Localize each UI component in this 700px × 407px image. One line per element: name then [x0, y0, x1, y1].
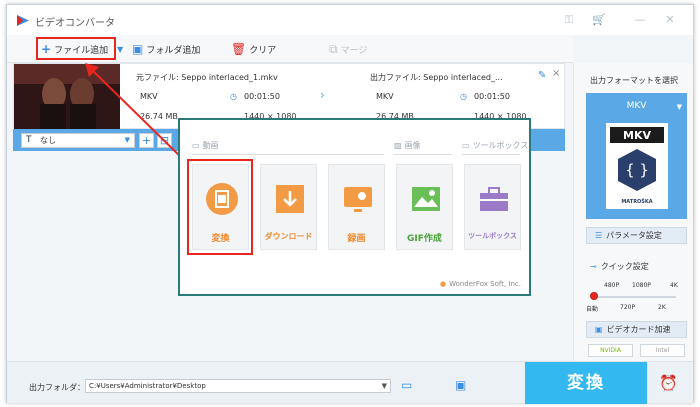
toolbox-section-title: ▭ ツールボックス [462, 140, 528, 151]
subtitle-select-value: なし [40, 136, 56, 145]
image-section-label: 画像 [404, 141, 421, 150]
convert-card-highlight [187, 159, 253, 255]
nvidia-chip[interactable]: NVIDIA [588, 344, 633, 357]
record-card[interactable]: 録画 [328, 164, 385, 250]
add-folder-button[interactable]: ▣ フォルダ追加 [132, 41, 200, 57]
gif-card[interactable]: GIF作成 [396, 164, 453, 250]
window-title: ビデオコンバータ [35, 18, 115, 29]
folder-icon: ▣ [132, 42, 144, 56]
arrow-right-icon: › [320, 88, 325, 102]
output-format-panel: 出力フォーマットを選択 MKV ▼ MKV { } MATROŠKA ☰ パラメ… [573, 63, 693, 361]
close-icon[interactable]: ✕ [663, 13, 677, 27]
output-clock-icon: ◷ [460, 92, 467, 101]
output-format-title: 出力フォーマットを選択 [590, 76, 678, 85]
toolbox-section-icon: ▭ [462, 141, 470, 150]
alarm-clock-icon[interactable]: ⏰ [659, 374, 678, 392]
gpu-acceleration-button[interactable]: ▣ ビデオカード加速 [586, 321, 687, 338]
minimize-icon[interactable]: — [633, 13, 647, 27]
quick-settings-title: ⊸ クイック設定 [590, 261, 649, 272]
brand-footer: ● WonderFox Soft, Inc. [440, 280, 521, 288]
open-folder-icon[interactable]: ▭ [401, 378, 412, 392]
source-duration: 00:01:50 [244, 92, 280, 101]
app-window: ビデオコンバータ ⚿ 🛒 — ✕ + ファイル追加 ▼ ▣ フォルダ追加 🗑 ク… [6, 4, 694, 404]
output-folder-field[interactable]: C:¥Users¥Administrator¥Desktop ▼ [85, 379, 391, 393]
add-folder-label: フォルダ追加 [146, 45, 201, 56]
image-icon [412, 187, 440, 211]
svg-text:MATROŠKA: MATROŠKA [621, 198, 652, 205]
edit-icon[interactable]: ✎ [538, 70, 546, 81]
image-section-line [394, 154, 452, 155]
svg-text:{ }: { } [625, 161, 649, 179]
quality-slider-track[interactable] [592, 296, 676, 298]
record-card-label: 録画 [347, 234, 366, 244]
clock-icon: ◷ [230, 92, 237, 101]
tick-720p: 720P [620, 304, 636, 311]
video-section-label: 動画 [202, 141, 219, 150]
tick-1080p: 1080P [632, 282, 651, 289]
intel-chip[interactable]: Intel [640, 344, 685, 357]
output-file-name: 出力ファイル: Seppo interlaced_... [370, 73, 503, 82]
gpu-acceleration-label: ビデオカード加速 [606, 325, 671, 334]
download-icon [276, 185, 304, 213]
title-bar: ビデオコンバータ ⚿ 🛒 — ✕ [7, 5, 693, 35]
app-logo-icon [17, 15, 29, 26]
path-dropdown-icon[interactable]: ▼ [382, 380, 387, 392]
format-dropdown-icon: ▼ [676, 103, 682, 111]
tick-2k: 2K [658, 304, 666, 311]
output-folder-path: C:¥Users¥Administrator¥Desktop [89, 382, 206, 390]
settings-sliders-icon: ☰ [595, 231, 603, 240]
output-format: MKV [376, 92, 394, 101]
video-section-line [192, 154, 384, 155]
add-file-dropdown-icon[interactable]: ▼ [117, 41, 123, 57]
clear-label: クリア [249, 45, 277, 56]
text-icon: T [26, 135, 32, 145]
merge-label: マージ [340, 45, 368, 56]
screen-record-icon [344, 187, 372, 212]
toolbox-section-label: ツールボックス [472, 141, 529, 150]
tick-auto: 自動 [586, 306, 599, 313]
gpu-icon: ▣ [595, 325, 603, 334]
quality-slider-knob[interactable] [590, 292, 598, 300]
format-name: MKV [626, 101, 647, 111]
mkv-format-icon: MKV { } MATROŠKA [606, 123, 668, 209]
toolbox-card[interactable]: ツールボックス [464, 164, 521, 250]
download-card-label: ダウンロード [264, 232, 313, 241]
parameter-settings-label: パラメータ設定 [606, 231, 662, 240]
cart-icon[interactable]: 🛒 [592, 13, 606, 27]
quick-settings-label: クイック設定 [600, 262, 649, 271]
convert-button[interactable]: 変換 [525, 362, 647, 404]
video-section-title: ▭ 動画 [192, 140, 219, 151]
image-section-icon: ▨ [394, 141, 402, 150]
output-folder-label: 出力フォルダ： [29, 383, 85, 392]
tick-4k: 4K [670, 282, 678, 289]
gif-card-label: GIF作成 [407, 234, 442, 244]
toolbox-card-label: ツールボックス [468, 232, 517, 240]
brand-text: WonderFox Soft, Inc. [449, 280, 521, 288]
merge-button[interactable]: ⧉ マージ [329, 41, 367, 57]
function-popup: ▭ 動画 ▨ 画像 ▭ ツールボックス 変換 ダウンロード 録画 GIF作成 ツ… [178, 118, 531, 296]
trash-icon: 🗑 [231, 42, 247, 56]
merge-icon: ⧉ [329, 42, 338, 56]
output-duration: 00:01:50 [474, 92, 510, 101]
wonderfox-logo-icon: ● [439, 280, 447, 288]
svg-text:MKV: MKV [623, 129, 651, 142]
image-section-title: ▨ 画像 [394, 140, 421, 151]
add-file-highlight [36, 37, 116, 60]
key-icon[interactable]: ⚿ [562, 13, 576, 27]
bottom-bar: 出力フォルダ： C:¥Users¥Administrator¥Desktop ▼… [7, 361, 693, 404]
clear-button[interactable]: 🗑 クリア [231, 41, 276, 57]
toolbox-icon [480, 187, 508, 211]
download-card[interactable]: ダウンロード [260, 164, 317, 250]
tick-480p: 480P [604, 282, 620, 289]
parameter-settings-button[interactable]: ☰ パラメータ設定 [586, 227, 687, 244]
format-selector[interactable]: MKV ▼ MKV { } MATROŠKA [586, 93, 687, 219]
browse-folder-icon[interactable]: ▣ [455, 378, 466, 392]
toolbox-section-line [462, 154, 520, 155]
video-section-icon: ▭ [192, 141, 200, 150]
remove-file-icon[interactable]: × [552, 68, 560, 79]
quick-slider-icon: ⊸ [590, 262, 597, 271]
